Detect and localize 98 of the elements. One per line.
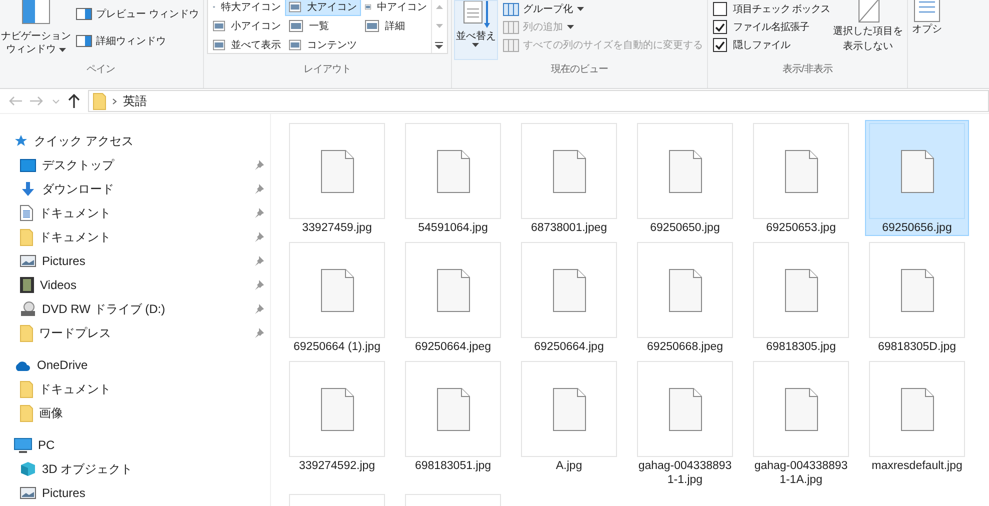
nav-item[interactable]: ドキュメント (39, 380, 111, 398)
sort-button[interactable]: 並べ替え (454, 0, 498, 60)
file-icon (552, 150, 586, 192)
file-icon (900, 388, 934, 430)
columns-icon (502, 38, 519, 52)
view-option-button[interactable]: グループ化 (500, 0, 706, 18)
file-icon (320, 268, 354, 312)
file-icon (668, 150, 702, 192)
layout-option[interactable]: 中アイコン (360, 0, 431, 16)
group-label: 表示/非表示 (782, 62, 834, 77)
up-button[interactable] (68, 94, 80, 108)
checkbox[interactable] (712, 20, 727, 34)
nav-item[interactable]: Videos (40, 278, 76, 292)
layout-option[interactable]: 特大アイコン (208, 0, 285, 16)
up-arrow-icon (68, 94, 80, 108)
chevron-right-icon (112, 98, 117, 104)
pane-icon (76, 8, 92, 20)
columns-icon (502, 20, 519, 34)
layout-option[interactable]: 詳細 (360, 17, 431, 35)
folder-icon (20, 380, 33, 398)
file-icon (784, 388, 818, 430)
nav-item[interactable]: Pictures (42, 254, 86, 268)
caret-icon (566, 25, 574, 29)
caret-icon (58, 48, 66, 52)
checkbox-label: 項目チェック ボックス (732, 3, 830, 16)
address-bar[interactable]: 英語 (88, 90, 989, 112)
file-icon (436, 268, 470, 312)
star-icon (14, 134, 28, 148)
cube-icon (20, 461, 36, 477)
caret-icon (576, 7, 584, 11)
options-button[interactable]: オプシ (908, 0, 946, 60)
nav-item[interactable]: デスクトップ (42, 156, 114, 174)
nav-item[interactable]: DVD RW ドライブ (D:) (42, 300, 166, 318)
file-icon (436, 150, 470, 192)
file-icon (900, 268, 934, 312)
nav-item[interactable]: ドキュメント (39, 204, 111, 222)
file-icon (668, 388, 702, 430)
group-label: レイアウト (302, 63, 352, 77)
nav-section[interactable]: PC (38, 438, 55, 452)
monitor-icon (14, 438, 32, 452)
nav-item[interactable]: ダウンロード (42, 180, 114, 198)
folder-icon (20, 404, 33, 422)
down-arrow-icon (20, 181, 36, 197)
nav-item[interactable]: ドキュメント (39, 228, 111, 246)
pane-option-button[interactable]: プレビュー ウィンドウ (73, 4, 202, 22)
file-tile[interactable]: 69250656.jpg (865, 120, 969, 236)
folder-icon (93, 92, 106, 110)
group-label: ペイン (86, 63, 116, 77)
pane-option-button[interactable]: 詳細ウィンドウ (73, 32, 202, 50)
file-icon (552, 268, 586, 312)
cloud-icon (14, 360, 31, 370)
folder-icon (20, 324, 33, 342)
recent-locations-button[interactable] (52, 98, 60, 104)
file-icon (784, 150, 818, 192)
navigation-pane-button[interactable]: ナビゲーション ウィンドウ (1, 0, 71, 60)
layout-option[interactable]: 一覧 (284, 17, 361, 35)
picture-icon (20, 487, 36, 499)
nav-item[interactable]: Pictures (42, 486, 86, 500)
file-icon (320, 150, 354, 192)
hide-selected-button[interactable]: 選択した項目を 表示しない (830, 0, 906, 60)
layout-option[interactable]: 並べて表示 (208, 36, 285, 54)
checkbox[interactable] (712, 2, 727, 16)
back-button[interactable] (8, 96, 22, 106)
file-icon (668, 268, 702, 312)
nav-item[interactable]: 3D オブジェクト (42, 460, 133, 478)
file-icon (436, 388, 470, 430)
scroll-up-icon[interactable] (436, 5, 443, 9)
file-icon (320, 388, 354, 430)
nav-item[interactable]: ワードプレス (39, 324, 111, 342)
picture-icon (20, 255, 36, 267)
expand-gallery-icon[interactable] (435, 42, 444, 49)
checkbox-label: 隠しファイル (732, 38, 790, 52)
back-arrow-icon (8, 96, 22, 106)
chevron-down-icon (52, 98, 60, 104)
pane-icon (76, 34, 92, 46)
disc-drive-icon (20, 301, 36, 317)
layout-option[interactable]: 小アイコン (208, 17, 285, 35)
nav-item[interactable]: 画像 (39, 404, 63, 422)
breadcrumb[interactable]: 英語 (123, 92, 147, 110)
file-icon (552, 388, 586, 430)
desktop-icon (20, 158, 36, 172)
forward-arrow-icon (30, 96, 44, 106)
scroll-down-icon[interactable] (436, 24, 443, 28)
file-icon (900, 150, 934, 192)
forward-button[interactable] (30, 96, 44, 106)
checkbox-label: ファイル名拡張子 (732, 20, 809, 34)
layout-option[interactable]: コンテンツ (284, 36, 361, 54)
nav-section[interactable]: OneDrive (37, 358, 88, 372)
folder-icon (20, 228, 33, 246)
layout-option[interactable]: 大アイコン (284, 0, 361, 16)
columns-icon (502, 2, 519, 16)
nav-section[interactable]: クイック アクセス (34, 132, 134, 150)
caret-icon (472, 43, 480, 47)
checkbox[interactable] (712, 38, 727, 52)
file-icon (784, 268, 818, 312)
film-icon (20, 277, 34, 293)
document-icon (20, 205, 33, 221)
group-label: 現在のビュー (550, 63, 609, 77)
